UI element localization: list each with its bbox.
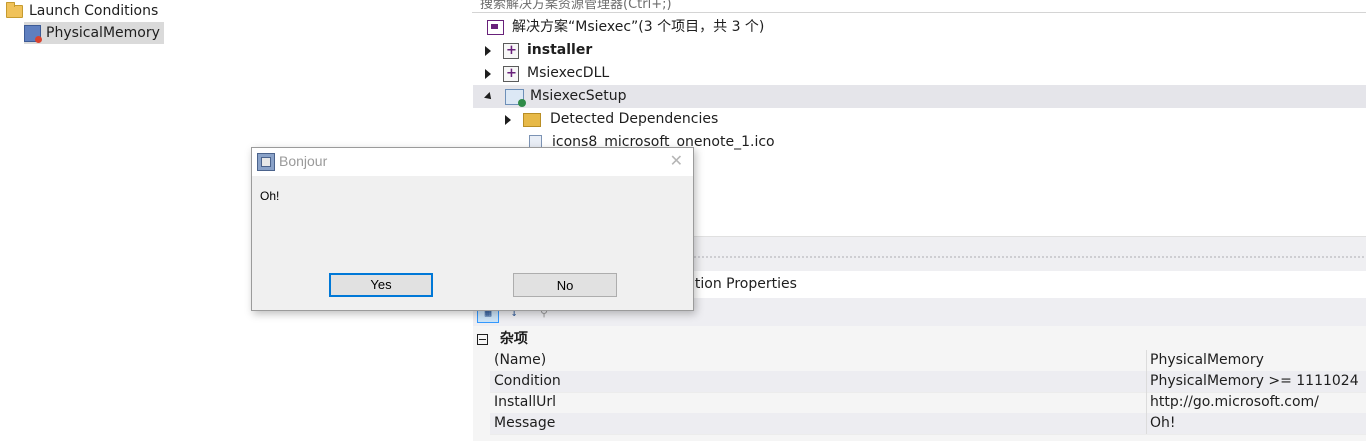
column-divider <box>1146 413 1147 434</box>
expand-arrow-icon[interactable] <box>485 68 491 79</box>
project-icon <box>503 39 519 62</box>
tree-item-detected-dependencies[interactable]: Detected Dependencies <box>473 108 1366 131</box>
project-label: MsiexecDLL <box>527 65 610 81</box>
property-value[interactable]: PhysicalMemory >= 1111024 <box>1150 371 1359 392</box>
tree-item-installer[interactable]: installer <box>473 39 1366 62</box>
dialog-title: Bonjour <box>279 153 328 169</box>
project-label: MsiexecSetup <box>530 88 627 104</box>
expand-arrow-icon[interactable] <box>505 114 511 125</box>
search-placeholder: 搜索解决方案资源管理器(Ctrl+;) <box>480 0 672 12</box>
solution-node[interactable]: 解决方案“Msiexec”(3 个项目，共 3 个) <box>473 16 1366 39</box>
project-label: installer <box>527 42 593 58</box>
tree-item-msiexecsetup[interactable]: MsiexecSetup <box>473 85 1366 108</box>
app-icon <box>257 153 275 171</box>
category-row[interactable]: 杂项 <box>473 328 1366 350</box>
property-name: Condition <box>494 373 561 389</box>
property-name: InstallUrl <box>494 394 557 410</box>
setup-project-icon <box>505 88 526 107</box>
tree-item-label: Launch Conditions <box>29 3 159 19</box>
tree-item-label: PhysicalMemory <box>46 25 160 41</box>
properties-title: ition Properties <box>691 276 797 292</box>
project-icon <box>503 62 519 85</box>
folder-icon <box>6 1 23 18</box>
category-label: 杂项 <box>499 331 528 347</box>
property-grid: 杂项 (Name) PhysicalMemory Condition Physi… <box>473 326 1366 441</box>
dialog-titlebar[interactable]: Bonjour ✕ <box>252 148 693 176</box>
message-dialog: Bonjour ✕ Oh! Yes No <box>251 147 694 311</box>
folder-icon <box>523 112 541 127</box>
solution-search-input[interactable]: 搜索解决方案资源管理器(Ctrl+;) <box>472 0 1366 13</box>
expand-arrow-icon[interactable] <box>485 45 491 56</box>
launch-condition-icon <box>24 24 42 43</box>
no-button[interactable]: No <box>513 273 617 297</box>
property-name: (Name) <box>494 352 547 368</box>
collapse-arrow-icon[interactable] <box>484 91 494 102</box>
tree-item-physical-memory[interactable]: PhysicalMemory <box>24 22 164 44</box>
yes-button[interactable]: Yes <box>329 273 433 297</box>
close-icon[interactable]: ✕ <box>670 151 683 170</box>
property-row-installurl[interactable]: InstallUrl http://go.microsoft.com/ <box>490 392 1366 414</box>
property-row-message[interactable]: Message Oh! <box>490 413 1366 435</box>
property-value[interactable]: Oh! <box>1150 413 1176 434</box>
solution-label: 解决方案“Msiexec”(3 个项目，共 3 个) <box>512 19 765 35</box>
property-name: Message <box>494 415 556 431</box>
property-value[interactable]: PhysicalMemory <box>1150 350 1264 371</box>
property-value[interactable]: http://go.microsoft.com/ <box>1150 392 1319 413</box>
column-divider <box>1146 392 1147 413</box>
column-divider <box>1146 371 1147 392</box>
dialog-message: Oh! <box>260 189 280 203</box>
folder-label: Detected Dependencies <box>550 111 719 127</box>
solution-icon <box>487 20 504 35</box>
tree-item-launch-conditions[interactable]: Launch Conditions <box>6 0 158 22</box>
property-row-condition[interactable]: Condition PhysicalMemory >= 1111024 <box>490 371 1366 393</box>
property-row-name[interactable]: (Name) PhysicalMemory <box>490 350 1366 372</box>
column-divider <box>1146 350 1147 371</box>
tree-item-msiexecdll[interactable]: MsiexecDLL <box>473 62 1366 85</box>
collapse-category-icon[interactable] <box>477 333 488 345</box>
